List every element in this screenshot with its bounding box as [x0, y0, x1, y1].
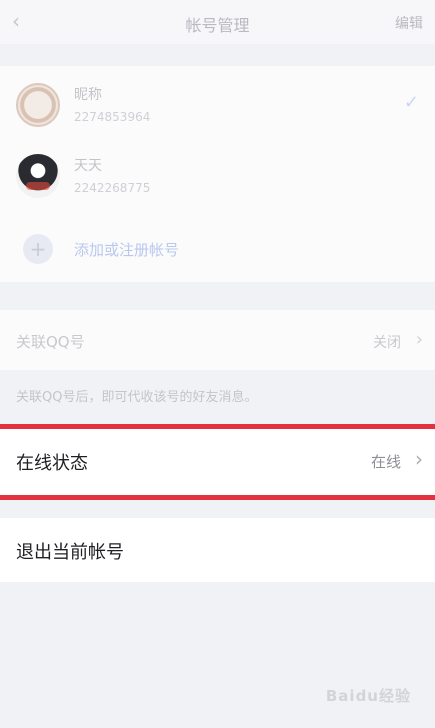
- linked-qq-row[interactable]: 关联QQ号 关闭 ›: [0, 310, 435, 370]
- edit-button[interactable]: 编辑: [395, 13, 423, 33]
- nav-bar: ‹ 帐号管理 编辑: [0, 0, 435, 44]
- avatar: [16, 83, 60, 127]
- linked-qq-label: 关联QQ号: [16, 333, 85, 351]
- online-status-row[interactable]: 在线状态 在线 ›: [0, 424, 435, 500]
- linked-qq-hint: 关联QQ号后，即可代收该号的好友消息。: [16, 390, 258, 405]
- chevron-right-icon: ›: [415, 329, 423, 350]
- check-icon: ✓: [403, 92, 419, 113]
- watermark: Baidu经验: [325, 687, 411, 705]
- add-account-row[interactable]: + 添加或注册帐号: [0, 214, 435, 284]
- plus-icon: +: [23, 234, 53, 264]
- account-list: 昵称 2274853964 ✓ 天天 2242268775 + 添加或注册帐号: [0, 66, 435, 282]
- online-status-label: 在线状态: [16, 453, 88, 474]
- account-item[interactable]: 昵称 2274853964 ✓: [0, 70, 435, 140]
- page-title: 帐号管理: [185, 16, 250, 35]
- account-number: 2242268775: [74, 181, 151, 195]
- avatar: [16, 154, 60, 198]
- logout-label: 退出当前帐号: [16, 542, 124, 563]
- add-account-label: 添加或注册帐号: [74, 241, 180, 259]
- chevron-right-icon: ›: [415, 447, 423, 471]
- account-number: 2274853964: [74, 110, 151, 124]
- logout-row[interactable]: 退出当前帐号: [0, 518, 435, 582]
- linked-qq-value: 关闭: [373, 335, 401, 351]
- account-item[interactable]: 天天 2242268775: [0, 142, 435, 212]
- online-status-value: 在线: [370, 453, 401, 471]
- account-name: 天天: [74, 158, 102, 174]
- account-name: 昵称: [74, 87, 102, 103]
